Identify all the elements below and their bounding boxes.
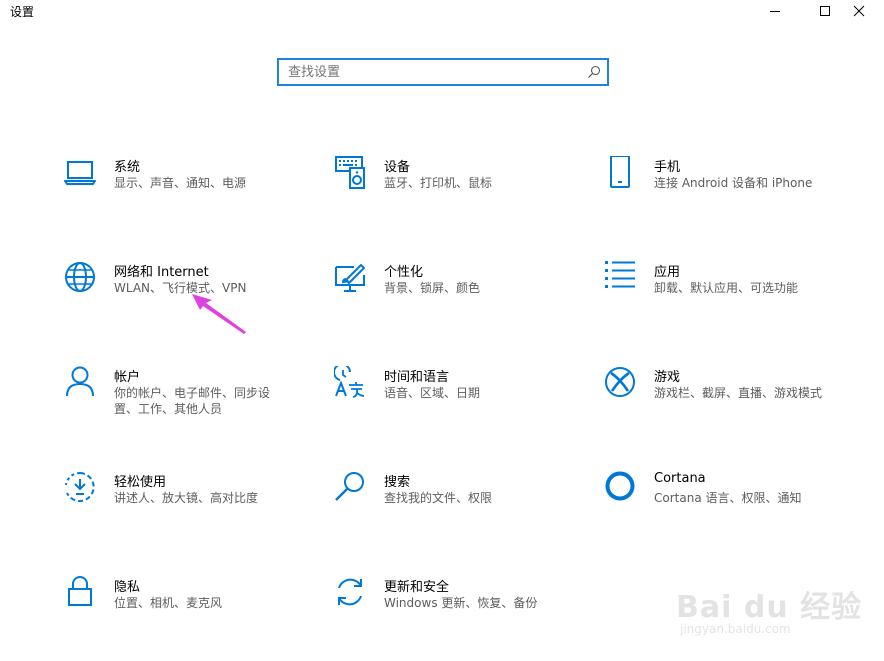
tile-subtitle: 语音、区域、日期: [384, 386, 481, 400]
lock-icon: [64, 576, 98, 610]
tile-gaming[interactable]: 游戏 游戏栏、截屏、直播、游戏模式: [604, 366, 854, 436]
watermark-url: jingyan.baidu.com: [680, 622, 791, 636]
tile-privacy[interactable]: 隐私 位置、相机、麦克风: [64, 576, 314, 646]
tile-subtitle: 显示、声音、通知、电源: [114, 176, 247, 190]
tile-title: 隐私: [114, 580, 141, 595]
tile-network[interactable]: 网络和 Internet WLAN、飞行模式、VPN: [64, 261, 314, 331]
tile-subtitle: 你的帐户、电子邮件、同步设置、工作、其他人员: [114, 386, 271, 416]
close-icon: [853, 5, 865, 17]
tile-title: 帐户: [114, 370, 141, 385]
annotation-arrow: [192, 294, 246, 334]
xbox-icon: [604, 366, 638, 400]
tile-personalization[interactable]: 个性化 背景、锁屏、颜色: [334, 261, 584, 331]
tile-title: 更新和安全: [384, 580, 450, 595]
tile-title: 系统: [114, 160, 141, 175]
tile-subtitle: 蓝牙、打印机、鼠标: [384, 176, 493, 190]
paint-monitor-icon: [334, 261, 368, 295]
tile-subtitle: 卸载、默认应用、可选功能: [654, 281, 799, 295]
sync-arrows-icon: [334, 576, 368, 610]
tile-cortana[interactable]: Cortana Cortana 语言、权限、通知: [604, 471, 854, 541]
close-button[interactable]: [836, 0, 882, 22]
tile-ease-of-access[interactable]: 轻松使用 讲述人、放大镜、高对比度: [64, 471, 314, 541]
watermark-text: Bai du 经验: [676, 590, 863, 625]
tile-subtitle: 连接 Android 设备和 iPhone: [654, 176, 813, 190]
keyboard-speaker-icon: [334, 156, 368, 190]
minimize-icon: [770, 11, 780, 12]
minimize-button[interactable]: [752, 0, 798, 22]
tile-apps[interactable]: 应用 卸载、默认应用、可选功能: [604, 261, 854, 331]
tile-title: 时间和语言: [384, 370, 450, 385]
tile-title: 应用: [654, 265, 681, 280]
ease-of-access-icon: [64, 471, 98, 505]
tile-accounts[interactable]: 帐户 你的帐户、电子邮件、同步设置、工作、其他人员: [64, 366, 314, 436]
tile-devices[interactable]: 设备 蓝牙、打印机、鼠标: [334, 156, 584, 226]
tile-system[interactable]: 系统 显示、声音、通知、电源: [64, 156, 314, 226]
apps-list-icon: [604, 261, 638, 295]
tile-title: Cortana: [654, 471, 706, 486]
tile-subtitle: Windows 更新、恢复、备份: [384, 596, 538, 610]
tile-search[interactable]: 搜索 查找我的文件、权限: [334, 471, 584, 541]
magnifier-icon: [334, 471, 368, 505]
tile-subtitle: Cortana 语言、权限、通知: [654, 491, 802, 505]
search-box[interactable]: [277, 58, 609, 86]
window-title: 设置: [10, 5, 35, 19]
phone-icon: [604, 156, 638, 190]
tile-phone[interactable]: 手机 连接 Android 设备和 iPhone: [604, 156, 854, 226]
title-bar: 设置: [0, 0, 884, 22]
tile-time-language[interactable]: 时间和语言 语音、区域、日期: [334, 366, 584, 436]
tile-title: 设备: [384, 160, 411, 175]
baidu-watermark: Bai du 经验 jingyan.baidu.com: [676, 570, 876, 640]
tile-title: 网络和 Internet: [114, 265, 209, 280]
search-icon[interactable]: [587, 65, 601, 79]
laptop-icon: [64, 156, 98, 190]
tile-title: 轻松使用: [114, 475, 167, 490]
globe-icon: [64, 261, 98, 295]
tile-subtitle: 背景、锁屏、颜色: [384, 281, 481, 295]
tile-title: 搜索: [384, 475, 411, 490]
tile-title: 手机: [654, 160, 681, 175]
tile-subtitle: 查找我的文件、权限: [384, 491, 493, 505]
tile-update-security[interactable]: 更新和安全 Windows 更新、恢复、备份: [334, 576, 584, 646]
person-icon: [64, 366, 98, 400]
search-input[interactable]: [288, 63, 578, 81]
cortana-circle-icon: [604, 471, 638, 505]
tile-subtitle: 位置、相机、麦克风: [114, 596, 223, 610]
tile-subtitle: 讲述人、放大镜、高对比度: [114, 491, 259, 505]
tile-title: 个性化: [384, 265, 424, 280]
maximize-icon: [820, 6, 830, 16]
tile-subtitle: 游戏栏、截屏、直播、游戏模式: [654, 386, 823, 400]
tile-title: 游戏: [654, 370, 681, 385]
time-language-icon: [334, 366, 368, 400]
